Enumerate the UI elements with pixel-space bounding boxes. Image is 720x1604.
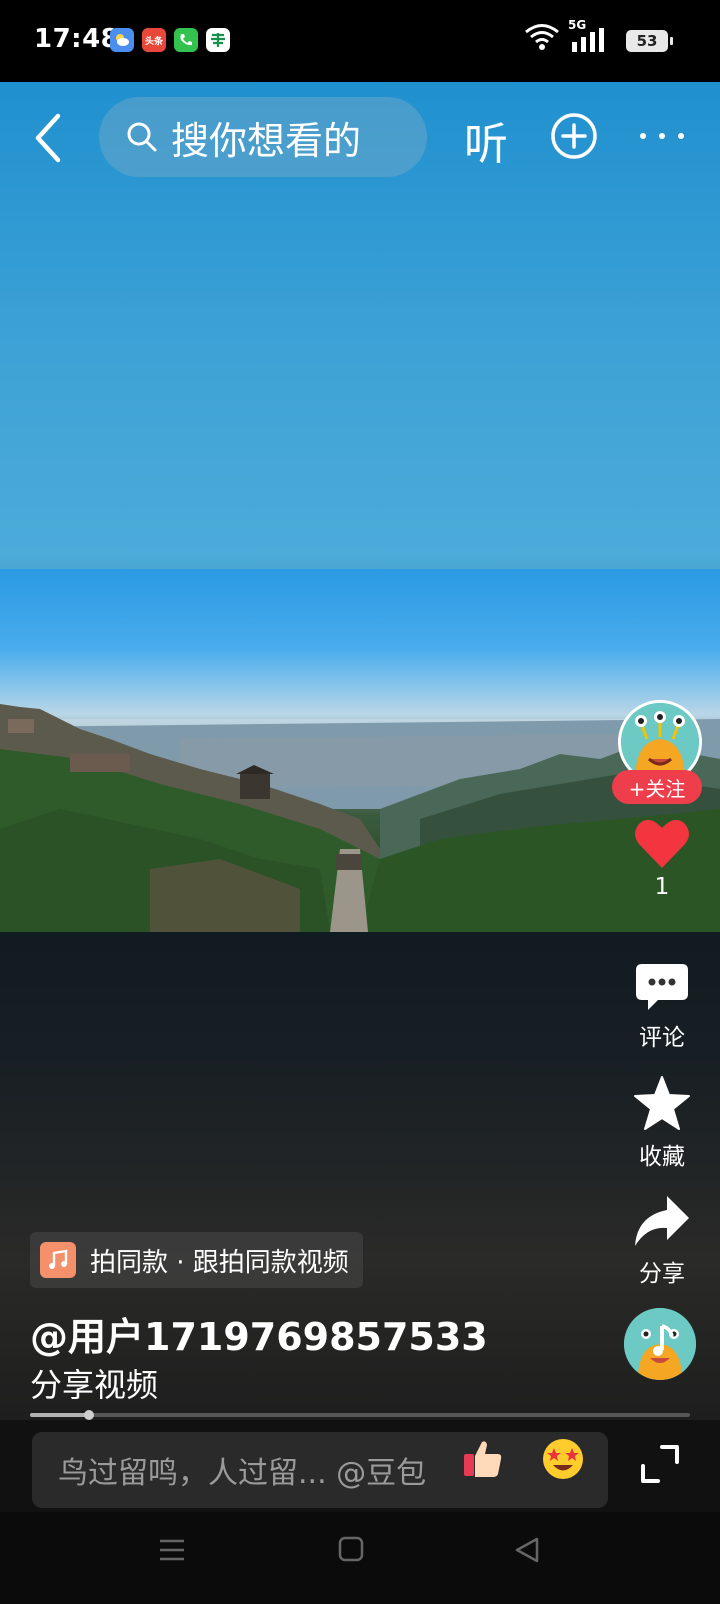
star-icon xyxy=(634,1076,690,1130)
heart-icon xyxy=(635,819,689,868)
search-placeholder: 搜你想看的 xyxy=(171,118,362,163)
battery-indicator: 53 xyxy=(626,30,673,52)
comment-button[interactable]: 评论 xyxy=(614,962,710,1052)
same-style-label: 拍同款 · 跟拍同款视频 xyxy=(90,1247,349,1278)
progress-fill xyxy=(30,1413,90,1417)
mountain-scene xyxy=(0,704,720,932)
wifi-icon xyxy=(525,24,559,50)
battery-level: 53 xyxy=(636,32,658,50)
share-button[interactable]: 分享 xyxy=(614,1194,710,1288)
music-note-icon xyxy=(40,1242,76,1278)
share-label: 分享 xyxy=(639,1261,685,1287)
listen-button[interactable]: 听 xyxy=(464,108,508,172)
cell-signal-icon: 5G xyxy=(568,18,608,52)
toutiao-icon: 头条 xyxy=(142,28,166,52)
fullscreen-icon[interactable] xyxy=(640,1444,680,1484)
recent-apps-icon[interactable] xyxy=(158,1536,186,1564)
video-progress[interactable] xyxy=(30,1410,690,1420)
favorite-label: 收藏 xyxy=(639,1144,685,1170)
system-back-icon[interactable] xyxy=(514,1536,540,1564)
system-nav-bar xyxy=(0,1512,720,1604)
weather-icon xyxy=(110,28,134,52)
like-button[interactable]: 1 xyxy=(614,816,710,900)
video-description: 分享视频 xyxy=(30,1366,159,1404)
follow-button[interactable]: +关注 xyxy=(612,770,702,804)
back-icon[interactable] xyxy=(28,110,72,166)
phone-icon xyxy=(174,28,198,52)
home-icon[interactable] xyxy=(338,1536,364,1562)
like-count: 1 xyxy=(654,874,670,900)
search-input[interactable]: 搜你想看的 xyxy=(99,97,427,177)
author-name[interactable]: @用户1719769857533 xyxy=(30,1306,488,1361)
music-disc[interactable] xyxy=(624,1308,696,1380)
comment-icon xyxy=(636,964,688,1010)
favorite-button[interactable]: 收藏 xyxy=(614,1075,710,1171)
comment-bar: 鸟过留鸣，人过留... @豆包 xyxy=(0,1420,720,1512)
toutiao-label: 头条 xyxy=(144,36,163,47)
star-eyes-emoji-icon[interactable] xyxy=(540,1436,586,1482)
author-avatar-group: +关注 xyxy=(612,700,702,804)
share-icon xyxy=(635,1196,689,1246)
add-icon[interactable] xyxy=(550,112,598,160)
video-frame xyxy=(0,569,720,932)
comment-input[interactable]: 鸟过留鸣，人过留... @豆包 xyxy=(32,1432,608,1508)
comment-label: 评论 xyxy=(639,1025,685,1051)
comment-placeholder: 鸟过留鸣，人过留... @豆包 xyxy=(58,1456,427,1491)
more-icon[interactable] xyxy=(640,112,684,160)
top-nav: 搜你想看的 听 xyxy=(0,92,720,180)
video-player[interactable] xyxy=(0,82,720,1420)
same-style-button[interactable]: 拍同款 · 跟拍同款视频 xyxy=(30,1232,363,1288)
thumbs-up-emoji-icon[interactable] xyxy=(460,1436,506,1482)
status-time: 17:48 xyxy=(34,24,120,54)
notification-icons: 头条 xyxy=(110,28,230,52)
post-icon xyxy=(206,28,230,52)
status-bar: 17:48 头条 5G 53 xyxy=(0,0,720,82)
search-icon xyxy=(127,122,157,152)
